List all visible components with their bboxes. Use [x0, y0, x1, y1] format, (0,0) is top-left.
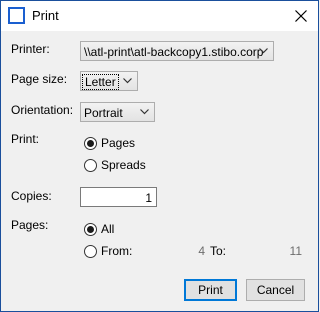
- pages-label: Pages:: [11, 218, 49, 232]
- radio-spreads-label: Spreads: [101, 158, 146, 172]
- cancel-button[interactable]: Cancel: [246, 279, 305, 301]
- chevron-down-icon: [123, 78, 132, 84]
- radio-all[interactable]: [84, 223, 97, 236]
- print-window-icon: [8, 7, 25, 24]
- orientation-label: Orientation:: [11, 103, 74, 117]
- printer-value: \\atl-print\atl-backcopy1.stibo.corp: [84, 45, 264, 59]
- print-dialog: Print Printer: \\atl-print\atl-backcopy1…: [0, 0, 319, 312]
- page-size-label: Page size:: [11, 72, 68, 86]
- radio-from-label: From:: [101, 244, 133, 258]
- page-size-select[interactable]: Letter: [80, 71, 138, 91]
- printer-label: Printer:: [11, 42, 50, 56]
- close-button[interactable]: [284, 1, 318, 31]
- printer-select[interactable]: \\atl-print\atl-backcopy1.stibo.corp: [80, 41, 274, 61]
- to-label: To:: [210, 244, 227, 258]
- print-button[interactable]: Print: [184, 279, 237, 301]
- orientation-value: Portrait: [84, 106, 123, 120]
- radio-from[interactable]: [84, 245, 97, 258]
- radio-pages-label: Pages: [101, 136, 136, 150]
- close-icon: [295, 10, 307, 22]
- orientation-select[interactable]: Portrait: [80, 102, 155, 122]
- dialog-title: Print: [32, 8, 59, 23]
- to-page-input[interactable]: 11: [256, 244, 302, 258]
- radio-all-label: All: [101, 222, 115, 236]
- print-mode-label: Print:: [11, 132, 40, 146]
- chevron-down-icon: [259, 48, 268, 54]
- copies-input[interactable]: 1: [80, 187, 157, 207]
- radio-spreads[interactable]: [84, 159, 97, 172]
- title-bar: Print: [1, 1, 318, 31]
- page-size-value: Letter: [82, 74, 119, 90]
- chevron-down-icon: [140, 109, 149, 115]
- copies-label: Copies:: [11, 189, 52, 203]
- radio-pages[interactable]: [84, 137, 97, 150]
- from-page-input[interactable]: 4: [161, 244, 205, 258]
